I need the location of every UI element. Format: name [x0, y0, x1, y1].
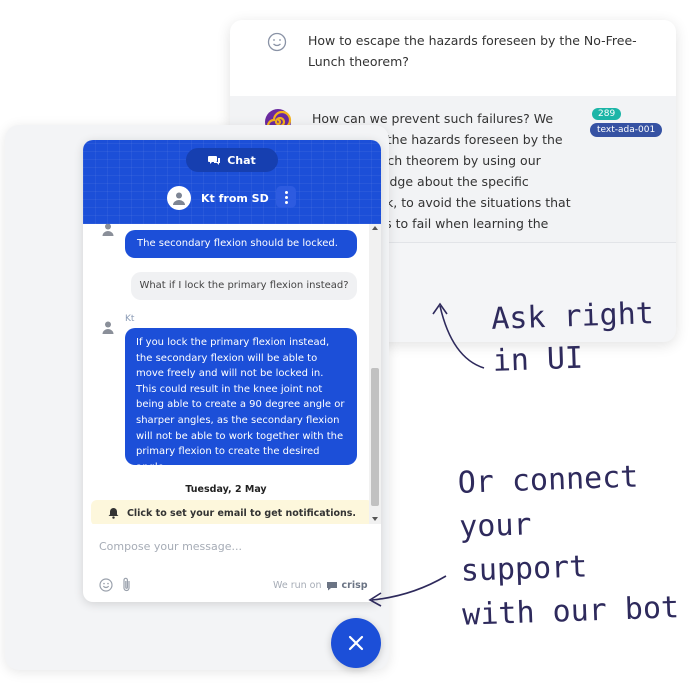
- question-row: How to escape the hazards foreseen by th…: [230, 20, 676, 97]
- annotation-line: in UI: [492, 340, 584, 379]
- crisp-logo-icon: [326, 581, 337, 590]
- scroll-thumb[interactable]: [371, 368, 379, 506]
- powered-by[interactable]: We run on crisp: [273, 580, 368, 591]
- user-message-bubble: What if I lock the primary flexion inste…: [131, 272, 357, 300]
- model-badge: text-ada-001: [590, 123, 663, 137]
- tab-chat-label: Chat: [227, 153, 256, 167]
- more-options-icon[interactable]: [276, 186, 296, 208]
- scroll-up-arrow-icon[interactable]: [372, 226, 378, 230]
- annotation-connect-support: Or connect your support with our bot: [457, 454, 680, 637]
- agent-info: Kt from SD: [167, 186, 269, 210]
- tab-chat[interactable]: Chat: [186, 148, 278, 172]
- smiley-icon: [267, 32, 287, 52]
- token-count-badge: 289: [592, 108, 622, 120]
- date-separator: Tuesday, 2 May: [185, 484, 267, 495]
- notification-text: Click to set your email to get notificat…: [126, 507, 357, 519]
- powered-brand: crisp: [341, 580, 368, 591]
- message-scrollbar[interactable]: [369, 224, 381, 524]
- compose-input[interactable]: Compose your message...: [99, 540, 242, 553]
- agent-mini-avatar-icon: [102, 321, 114, 334]
- chat-header: Chat Kt from SD: [83, 140, 381, 224]
- sender-name: Kt: [125, 314, 135, 324]
- annotation-line: your: [458, 507, 533, 545]
- chat-bubbles-icon: [208, 155, 221, 165]
- annotation-line: Ask right: [490, 296, 655, 337]
- bell-icon: [108, 508, 119, 519]
- attachment-icon[interactable]: [121, 577, 133, 593]
- agent-message-bubble: The secondary flexion should be locked.: [125, 230, 357, 258]
- scroll-down-arrow-icon[interactable]: [372, 517, 378, 521]
- agent-mini-avatar-icon: [102, 224, 114, 236]
- agent-message-bubble: If you lock the primary flexion instead,…: [125, 328, 357, 473]
- message-list: The secondary flexion should be locked. …: [83, 224, 369, 524]
- annotation-line: Or connect: [457, 459, 639, 501]
- user-icon: [173, 192, 185, 205]
- annotation-line: support: [460, 549, 588, 589]
- agent-avatar: [167, 186, 191, 210]
- annotation-ask-in-ui: Ask right in UI: [491, 293, 656, 383]
- close-chat-button[interactable]: [331, 618, 381, 668]
- agent-name: Kt from SD: [201, 191, 269, 205]
- close-icon: [348, 635, 364, 651]
- emoji-icon[interactable]: [99, 578, 113, 592]
- chat-widget: Chat Kt from SD The secondary flexion sh…: [83, 140, 381, 602]
- question-text: How to escape the hazards foreseen by th…: [308, 33, 637, 69]
- email-notification-banner[interactable]: Click to set your email to get notificat…: [91, 500, 369, 524]
- annotation-line: with our bot: [461, 590, 680, 633]
- powered-prefix: We run on: [273, 580, 322, 591]
